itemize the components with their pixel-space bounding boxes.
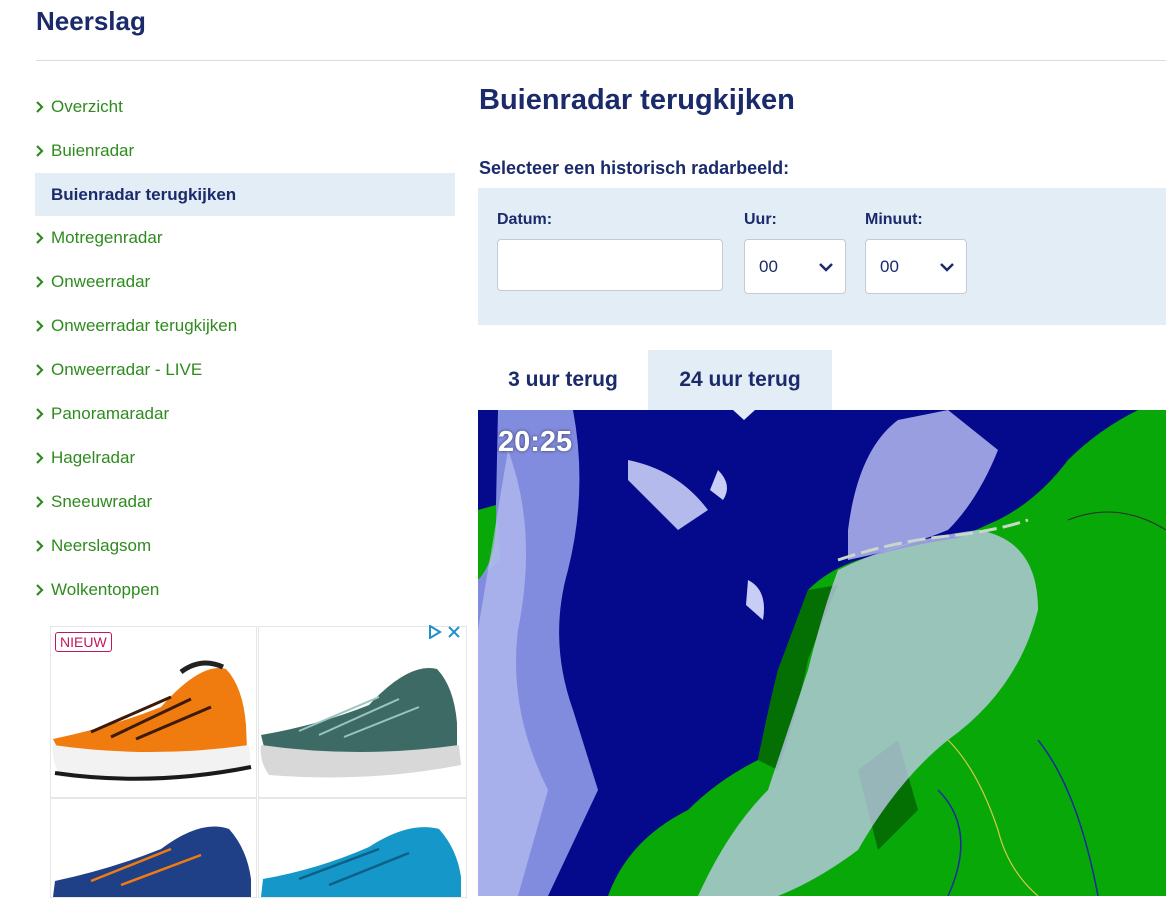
- ad-shoe-blue[interactable]: [258, 798, 467, 898]
- radar-map-image: [478, 410, 1166, 896]
- sidebar-item-label: Neerslagsom: [51, 536, 152, 555]
- adchoices-icon[interactable]: [428, 623, 442, 644]
- hour-select[interactable]: 00: [744, 239, 846, 294]
- close-icon[interactable]: [448, 625, 460, 643]
- divider: [36, 60, 1166, 61]
- sidebar-item-label: Wolkentoppen: [51, 580, 160, 599]
- sidebar-item-neerslagsom[interactable]: Neerslagsom: [35, 524, 455, 568]
- sidebar-item-label: Buienradar: [51, 141, 135, 160]
- minute-select-value: 00: [880, 256, 899, 276]
- chevron-right-icon: [35, 540, 51, 552]
- page-title: Neerslag: [36, 6, 146, 36]
- radar-timestamp: 20:25: [498, 426, 573, 458]
- sidebar-item-label: Sneeuwradar: [51, 492, 153, 511]
- radar-map[interactable]: [478, 410, 1166, 896]
- chevron-right-icon: [35, 496, 51, 508]
- sidebar-item-wolkentoppen[interactable]: Wolkentoppen: [35, 568, 455, 612]
- sidebar-item-onweerradar-terugkijken[interactable]: Onweerradar terugkijken: [35, 304, 455, 348]
- sidebar-item-label: Hagelradar: [51, 448, 136, 467]
- sidebar-item-buienradar-terugkijken[interactable]: Buienradar terugkijken: [35, 173, 455, 216]
- sidebar-item-label: Overzicht: [51, 97, 123, 116]
- chevron-right-icon: [35, 276, 51, 288]
- chevron-right-icon: [35, 364, 51, 376]
- chevron-right-icon: [35, 584, 51, 596]
- chevron-down-icon: [940, 257, 954, 277]
- sidebar-item-label: Onweerradar - LIVE: [51, 360, 203, 379]
- tab-3-uur-terug[interactable]: 3 uur terug: [480, 350, 646, 410]
- sidebar-item-label: Onweerradar terugkijken: [51, 316, 238, 335]
- tab-24-uur-terug[interactable]: 24 uur terug: [648, 350, 832, 410]
- chevron-right-icon: [35, 452, 51, 464]
- select-label: Selecteer een historisch radarbeeld:: [479, 158, 790, 178]
- ad-new-badge: NIEUW: [55, 632, 112, 652]
- sidebar-item-label: Buienradar terugkijken: [51, 184, 237, 204]
- sidebar-item-label: Panoramaradar: [51, 404, 170, 423]
- sidebar-item-buienradar[interactable]: Buienradar: [35, 129, 455, 173]
- hour-label: Uur:: [744, 211, 777, 228]
- sidebar-item-label: Motregenradar: [51, 228, 163, 247]
- tab-label: 3 uur terug: [508, 368, 618, 391]
- active-tab-pointer: [733, 410, 755, 420]
- minute-label: Minuut:: [865, 211, 923, 228]
- sidebar-item-overzicht[interactable]: Overzicht: [35, 85, 455, 129]
- sidebar-item-sneeuwradar[interactable]: Sneeuwradar: [35, 480, 455, 524]
- sidebar-item-onweerradar[interactable]: Onweerradar: [35, 260, 455, 304]
- advertisement[interactable]: [50, 626, 467, 898]
- hour-select-value: 00: [759, 256, 778, 276]
- sidebar-item-motregenradar[interactable]: Motregenradar: [35, 216, 455, 260]
- tab-label: 24 uur terug: [679, 368, 801, 391]
- sidebar-item-panoramaradar[interactable]: Panoramaradar: [35, 392, 455, 436]
- chevron-right-icon: [35, 320, 51, 332]
- ad-shoe-navy[interactable]: [50, 798, 257, 898]
- chevron-down-icon: [819, 257, 833, 277]
- main-heading: Buienradar terugkijken: [479, 84, 795, 116]
- minute-select[interactable]: 00: [865, 239, 967, 294]
- sidebar-item-label: Onweerradar: [51, 272, 151, 291]
- date-label: Datum:: [497, 211, 553, 228]
- sidebar-nav: Overzicht Buienradar Buienradar terugkij…: [35, 85, 455, 612]
- sidebar-item-hagelradar[interactable]: Hagelradar: [35, 436, 455, 480]
- chevron-right-icon: [35, 232, 51, 244]
- chevron-right-icon: [35, 145, 51, 157]
- sidebar-item-onweerradar-live[interactable]: Onweerradar - LIVE: [35, 348, 455, 392]
- ad-shoe-teal[interactable]: [258, 626, 467, 798]
- date-input[interactable]: [497, 239, 723, 291]
- ad-controls[interactable]: [428, 623, 464, 644]
- chevron-right-icon: [35, 408, 51, 420]
- chevron-right-icon: [35, 101, 51, 113]
